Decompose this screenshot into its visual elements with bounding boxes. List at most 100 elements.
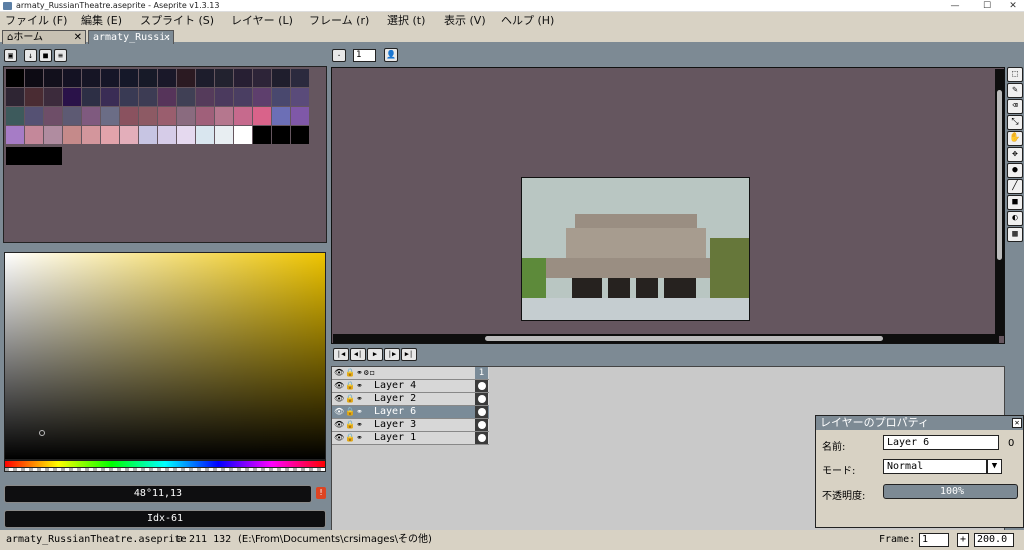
palette-swatch[interactable]: [158, 126, 176, 144]
palette-swatch[interactable]: [63, 69, 81, 87]
dialog-close-icon[interactable]: ✕: [1012, 418, 1022, 428]
tab-file[interactable]: armaty_Russi: ✕: [88, 30, 174, 44]
palette-swatch[interactable]: [82, 126, 100, 144]
palette-swatch[interactable]: [25, 69, 43, 87]
palette-swatch[interactable]: [215, 126, 233, 144]
palette-swatch[interactable]: [44, 88, 62, 106]
layer-visibility-lock-icons[interactable]: 👁🔒⚭: [334, 432, 364, 444]
palette-swatch[interactable]: [291, 69, 309, 87]
palette-swatch[interactable]: [44, 126, 62, 144]
rectangle-tool-icon[interactable]: ■: [1007, 195, 1023, 210]
palette-swatch[interactable]: [196, 69, 214, 87]
alpha-slider[interactable]: [4, 467, 326, 472]
frame-input[interactable]: 1: [919, 533, 949, 547]
palette-swatch[interactable]: [158, 88, 176, 106]
palette-swatch[interactable]: [101, 88, 119, 106]
menu-frame[interactable]: フレーム (r): [309, 12, 369, 30]
layer-cel[interactable]: [475, 432, 488, 444]
palette-swatch[interactable]: [253, 69, 271, 87]
warning-icon[interactable]: !: [316, 487, 326, 499]
palette-swatch[interactable]: [25, 126, 43, 144]
add-frame-button[interactable]: +: [957, 533, 969, 547]
palette-swatch[interactable]: [253, 88, 271, 106]
horizontal-scroll-thumb[interactable]: [485, 336, 883, 341]
menu-file[interactable]: ファイル (F): [5, 12, 67, 30]
palette-swatch[interactable]: [120, 107, 138, 125]
next-frame-button[interactable]: |▶: [384, 348, 400, 361]
layer-row[interactable]: 👁🔒⚭ Layer 1: [332, 432, 489, 445]
layer-visibility-lock-icons[interactable]: 👁🔒⚭: [334, 419, 364, 431]
palette-swatch[interactable]: [139, 69, 157, 87]
palette-swatch[interactable]: [234, 107, 252, 125]
play-button[interactable]: ▶: [367, 348, 383, 361]
palette-swatch[interactable]: [6, 107, 24, 125]
palette-swatch[interactable]: [158, 69, 176, 87]
palette-swatch[interactable]: [253, 107, 271, 125]
palette-sort-icon[interactable]: ↓: [24, 49, 37, 62]
palette-swatch[interactable]: [6, 147, 62, 165]
palette-swatch[interactable]: [177, 107, 195, 125]
palette-swatch[interactable]: [215, 69, 233, 87]
palette-swatch[interactable]: [196, 107, 214, 125]
palette-swatch[interactable]: [120, 88, 138, 106]
palette-swatch[interactable]: [177, 69, 195, 87]
palette-swatch[interactable]: [291, 88, 309, 106]
palette-swatch[interactable]: [234, 69, 252, 87]
palette-swatch[interactable]: [272, 69, 290, 87]
prev-frame-button[interactable]: ◀|: [350, 348, 366, 361]
layer-row[interactable]: 👁🔒⚭ Layer 2: [332, 393, 489, 406]
palette-swatch[interactable]: [101, 126, 119, 144]
menu-layer[interactable]: レイヤー (L): [231, 12, 293, 30]
palette-swatch[interactable]: [177, 88, 195, 106]
palette-swatch[interactable]: [139, 126, 157, 144]
palette-swatch[interactable]: [82, 69, 100, 87]
palette-swatch[interactable]: [120, 126, 138, 144]
color-hsv-field[interactable]: 48°11,13: [4, 485, 312, 503]
palette-swatch[interactable]: [82, 88, 100, 106]
palette-swatch[interactable]: [101, 69, 119, 87]
palette-swatch[interactable]: [272, 107, 290, 125]
opacity-slider[interactable]: 100%: [883, 484, 1018, 499]
palette-swatch[interactable]: [272, 88, 290, 106]
palette-swatch[interactable]: [139, 88, 157, 106]
picker-cursor[interactable]: [39, 430, 45, 436]
close-button[interactable]: ✕: [1000, 0, 1024, 12]
first-frame-button[interactable]: |◀: [333, 348, 349, 361]
palette-swatch[interactable]: [120, 69, 138, 87]
tab-home[interactable]: ⌂ホーム ✕: [2, 30, 86, 44]
palette-presets-icon[interactable]: ■: [39, 49, 52, 62]
palette-swatch[interactable]: [215, 88, 233, 106]
layer-visibility-lock-icons[interactable]: 👁🔒⚭: [334, 393, 364, 405]
palette-swatch[interactable]: [25, 88, 43, 106]
frame-header[interactable]: 1: [475, 367, 488, 379]
palette-swatch[interactable]: [291, 126, 309, 144]
vertical-scroll-thumb[interactable]: [997, 90, 1002, 260]
palette-swatch[interactable]: [196, 126, 214, 144]
palette-swatch[interactable]: [139, 107, 157, 125]
marquee-tool-icon[interactable]: ⬚: [1007, 67, 1023, 82]
palette-lock-icon[interactable]: ▣: [4, 49, 17, 62]
palette-swatch[interactable]: [44, 69, 62, 87]
palette-swatch[interactable]: [44, 107, 62, 125]
palette-swatch[interactable]: [25, 107, 43, 125]
eraser-tool-icon[interactable]: ⌫: [1007, 99, 1023, 114]
palette-swatch[interactable]: [234, 88, 252, 106]
palette-swatch[interactable]: [234, 126, 252, 144]
sprite-canvas[interactable]: [521, 177, 750, 321]
palette-options-icon[interactable]: ≡: [54, 49, 67, 62]
menu-sprite[interactable]: スプライト (S): [140, 12, 214, 30]
layer-cel[interactable]: [475, 380, 488, 392]
last-frame-button[interactable]: ▶|: [401, 348, 417, 361]
palette-swatch[interactable]: [6, 88, 24, 106]
saturation-value-picker[interactable]: [4, 252, 326, 460]
menu-edit[interactable]: 編集 (E): [81, 12, 122, 30]
tab-file-close-icon[interactable]: ✕: [164, 31, 170, 44]
layer-name-input[interactable]: Layer 6: [883, 435, 999, 450]
menu-view[interactable]: 表示 (V): [444, 12, 486, 30]
line-tool-icon[interactable]: ╱: [1007, 179, 1023, 194]
maximize-button[interactable]: ☐: [974, 0, 1000, 12]
palette-swatch[interactable]: [63, 107, 81, 125]
chevron-down-icon[interactable]: ▼: [987, 459, 1002, 474]
user-icon[interactable]: 👤: [384, 48, 398, 62]
blend-mode-select[interactable]: Normal: [883, 459, 987, 474]
